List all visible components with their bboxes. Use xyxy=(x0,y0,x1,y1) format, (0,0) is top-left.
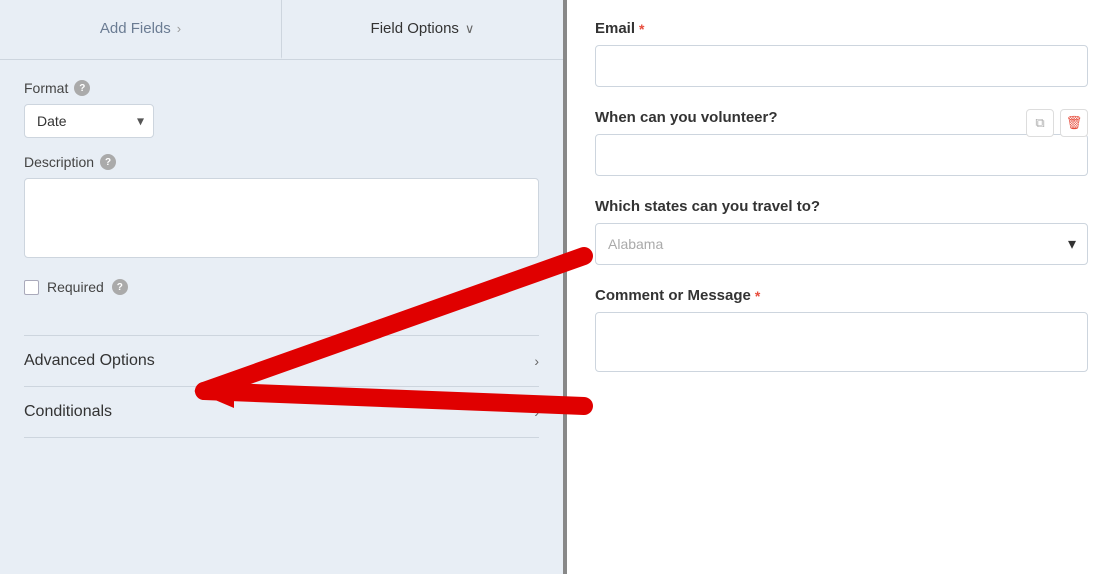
tabs-header: Add Fields › Field Options ∨ xyxy=(0,0,563,60)
description-field: Description ? xyxy=(24,154,539,263)
comment-label-text: Comment or Message xyxy=(595,287,751,304)
add-fields-chevron: › xyxy=(177,21,181,36)
format-select[interactable]: Date Time DateTime xyxy=(24,104,154,138)
conditionals-row[interactable]: Conditionals › xyxy=(24,387,539,438)
format-select-wrapper: Date Time DateTime xyxy=(24,104,154,138)
volunteer-field-group: When can you volunteer? ⧉ 🗑 xyxy=(595,109,1088,176)
conditionals-label: Conditionals xyxy=(24,403,112,421)
left-content: Format ? Date Time DateTime Description … xyxy=(0,60,563,574)
email-label-text: Email xyxy=(595,20,635,37)
email-field-group: Email * xyxy=(595,20,1088,87)
states-label: Which states can you travel to? xyxy=(595,198,1088,215)
field-options-label: Field Options xyxy=(371,20,459,37)
format-field: Format ? Date Time DateTime xyxy=(24,80,539,138)
description-help-icon[interactable]: ? xyxy=(100,154,116,170)
tab-field-options[interactable]: Field Options ∨ xyxy=(282,0,563,59)
email-required-star: * xyxy=(639,21,644,37)
description-label: Description xyxy=(24,154,94,170)
description-textarea[interactable] xyxy=(24,178,539,258)
comment-required-star: * xyxy=(755,288,760,304)
advanced-options-chevron-icon: › xyxy=(534,353,539,369)
left-panel: Add Fields › Field Options ∨ Format ? Da… xyxy=(0,0,567,574)
volunteer-label-text: When can you volunteer? xyxy=(595,109,778,126)
conditionals-chevron-icon: › xyxy=(534,404,539,420)
comment-label: Comment or Message * xyxy=(595,287,1088,304)
states-label-text: Which states can you travel to? xyxy=(595,198,820,215)
advanced-options-row[interactable]: Advanced Options › xyxy=(24,336,539,387)
volunteer-copy-button[interactable]: ⧉ xyxy=(1026,109,1054,137)
add-fields-label: Add Fields xyxy=(100,20,171,37)
volunteer-input[interactable] xyxy=(595,134,1088,176)
volunteer-delete-button[interactable]: 🗑 xyxy=(1060,109,1088,137)
copy-icon: ⧉ xyxy=(1035,115,1044,131)
required-label: Required xyxy=(47,279,104,295)
required-row: Required ? xyxy=(24,279,539,315)
volunteer-label: When can you volunteer? ⧉ 🗑 xyxy=(595,109,1088,126)
volunteer-field-actions: ⧉ 🗑 xyxy=(1026,109,1088,137)
email-label: Email * xyxy=(595,20,1088,37)
comment-field-group: Comment or Message * xyxy=(595,287,1088,377)
states-select[interactable]: Alabama Alaska Arizona xyxy=(595,223,1088,265)
required-help-icon[interactable]: ? xyxy=(112,279,128,295)
states-field-group: Which states can you travel to? Alabama … xyxy=(595,198,1088,265)
states-select-wrapper: Alabama Alaska Arizona xyxy=(595,223,1088,265)
advanced-options-label: Advanced Options xyxy=(24,352,155,370)
tab-add-fields[interactable]: Add Fields › xyxy=(0,0,282,59)
field-options-chevron: ∨ xyxy=(465,21,475,37)
required-checkbox[interactable] xyxy=(24,280,39,295)
description-label-row: Description ? xyxy=(24,154,539,170)
trash-icon: 🗑 xyxy=(1066,115,1083,131)
comment-textarea[interactable] xyxy=(595,312,1088,372)
format-help-icon[interactable]: ? xyxy=(74,80,90,96)
email-input[interactable] xyxy=(595,45,1088,87)
right-panel: Email * When can you volunteer? ⧉ 🗑 Whic… xyxy=(567,0,1116,574)
format-label-row: Format ? xyxy=(24,80,539,96)
format-label: Format xyxy=(24,80,68,96)
advanced-options-container: Advanced Options › xyxy=(24,336,539,387)
